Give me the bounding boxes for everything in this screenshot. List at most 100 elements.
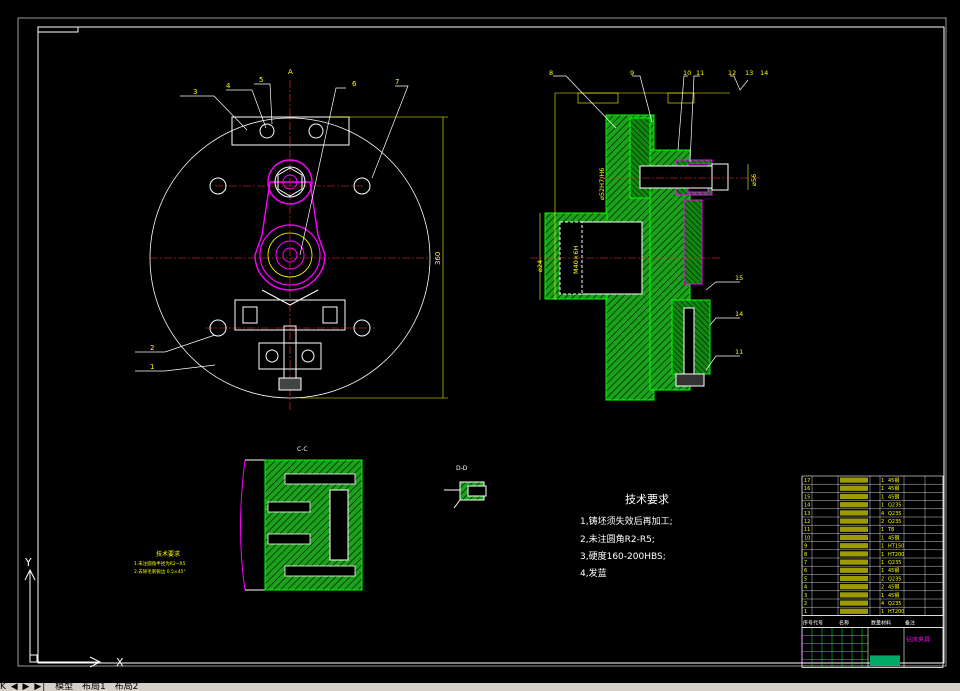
bom-row-qty: 1 xyxy=(881,486,884,492)
balloon-2: 2 xyxy=(150,344,154,352)
bom-row-no: 1 xyxy=(804,609,807,615)
cad-drawing-canvas[interactable]: 3 4 5 6 7 2 1 A 360 8 9 10 11 12 13 14 1… xyxy=(0,0,960,683)
tech-req-item-2: 2,未注圆角R2-R5; xyxy=(580,533,655,545)
tech-req-small-item-1: 1.未注圆角半径为R2~R5 xyxy=(134,560,186,567)
bom-row-mat: 45钢 xyxy=(888,592,899,599)
balloon-1: 1 xyxy=(150,363,154,371)
bom-row-no: 14 xyxy=(804,503,810,509)
bom-row-qty: 1 xyxy=(881,478,884,484)
dim-d1: ⌀24 xyxy=(536,260,544,272)
bom-row-no: 12 xyxy=(804,519,810,525)
bom-row-no: 3 xyxy=(804,593,807,599)
tech-req-small-title: 技术要求 xyxy=(156,550,180,558)
svg-text:X: X xyxy=(116,656,124,669)
bom-row-mat: Q235 xyxy=(888,519,901,525)
bom-row-mat: 45钢 xyxy=(888,534,899,541)
bom-row-qty: 1 xyxy=(881,568,884,574)
ucs-icon: X Y xyxy=(24,556,124,669)
section-dd-label: D-D xyxy=(456,465,468,472)
dim-height: 360 xyxy=(434,252,442,265)
bom-row-mat: Q235 xyxy=(888,511,901,517)
balloon-6: 6 xyxy=(352,80,357,88)
tab-layout2[interactable]: 布局2 xyxy=(115,683,139,691)
balloon-15: 15 xyxy=(735,274,743,282)
bom-row-qty: 1 xyxy=(881,609,884,615)
balloon-7: 7 xyxy=(395,78,399,86)
balloon-4: 4 xyxy=(226,82,231,90)
bom-header-cell: 材料 xyxy=(881,619,891,626)
bom-row-mat: T8 xyxy=(887,527,894,533)
bom-row-no: 2 xyxy=(804,601,807,607)
tab-nav-arrows[interactable]: K ◀ ▶ ▶| xyxy=(0,683,46,691)
bom-row-mat: 45钢 xyxy=(888,477,899,484)
bom-row-mat: Q235 xyxy=(888,503,901,509)
balloon-13: 13 xyxy=(745,69,753,77)
bom-header-cell: 数量 xyxy=(871,619,881,626)
section-cc-label: C-C xyxy=(297,446,308,453)
balloon-10: 10 xyxy=(683,69,691,77)
bom-row-mat: Q235 xyxy=(888,601,901,607)
balloon-9: 9 xyxy=(630,69,634,77)
bom-row-mat: HT200 xyxy=(888,609,904,615)
balloon-5: 5 xyxy=(259,76,263,84)
view-label-a: A xyxy=(288,68,293,76)
bom-row-no: 15 xyxy=(804,494,810,500)
bom-row-no: 4 xyxy=(804,585,807,591)
svg-text:Y: Y xyxy=(24,556,32,569)
dim-d3: ⌀52H7/H6 xyxy=(598,168,606,200)
bom-row-no: 5 xyxy=(804,576,807,582)
balloon-14: 14 xyxy=(760,69,768,77)
bom-row-no: 10 xyxy=(804,535,810,541)
tech-requirements-small: 技术要求 1.未注圆角半径为R2~R5 2.去除毛刺锐边 0.5×45° xyxy=(134,550,186,575)
bom-row-no: 7 xyxy=(804,560,807,566)
tech-req-small-item-2: 2.去除毛刺锐边 0.5×45° xyxy=(134,568,186,575)
bom-row-qty: 1 xyxy=(881,494,884,500)
bom-row-mat: 45钢 xyxy=(888,485,899,492)
bom-row-mat: 45钢 xyxy=(888,584,899,591)
bom-row-qty: 2 xyxy=(881,576,884,582)
tech-req-item-1: 1,铸坯须失效后再加工; xyxy=(580,515,673,527)
bom-row-qty: 1 xyxy=(881,503,884,509)
bom-row-qty: 4 xyxy=(881,601,884,607)
bom-row-mat: Q235 xyxy=(888,576,901,582)
dim-d4: ⌀56 xyxy=(750,174,758,186)
title-block-name: 钻床夹具 xyxy=(906,635,930,643)
bom-row-qty: 1 xyxy=(881,544,884,550)
bom-row-no: 17 xyxy=(804,478,810,484)
balloon-11b: 11 xyxy=(735,348,743,356)
balloon-14b: 14 xyxy=(735,310,743,318)
bom-table: 17 1 45钢16 1 45钢15 1 45钢14 1 Q23513 4 Q23512 2 Q2351… xyxy=(801,475,944,668)
bom-row-qty: 1 xyxy=(881,552,884,558)
bom-row-no: 6 xyxy=(804,568,807,574)
side-section-view: 8 9 10 11 12 13 14 15 14 11 ⌀52H7/H6 ⌀24… xyxy=(530,69,768,401)
bom-row-qty: 2 xyxy=(881,585,884,591)
balloon-8: 8 xyxy=(549,69,553,77)
bom-row-no: 9 xyxy=(804,544,807,550)
bom-row-no: 13 xyxy=(804,511,810,517)
bom-row-mat: 45钢 xyxy=(888,567,899,574)
bom-row-mat: 45钢 xyxy=(888,493,899,500)
balloon-3: 3 xyxy=(193,88,197,96)
bom-row-qty: 1 xyxy=(881,593,884,599)
tab-model[interactable]: 模型 xyxy=(55,683,73,691)
bom-row-qty: 1 xyxy=(881,535,884,541)
tech-req-item-4: 4,发蓝 xyxy=(580,567,607,579)
bom-row-qty: 1 xyxy=(881,560,884,566)
bom-row-no: 8 xyxy=(804,552,807,558)
section-cc-view: C-C xyxy=(240,446,363,591)
bom-row-qty: 2 xyxy=(881,519,884,525)
tech-req-title: 技术要求 xyxy=(625,493,669,506)
layout-tab-bar: K ◀ ▶ ▶| 模型 布局1 布局2 xyxy=(0,683,960,691)
bom-header-cell: 名称 xyxy=(839,619,849,626)
balloon-11: 11 xyxy=(696,69,704,77)
bom-row-mat: Q235 xyxy=(888,560,901,566)
section-dd-view: D-D xyxy=(444,465,487,509)
dim-d2: M40×6H xyxy=(572,246,580,274)
tab-layout1[interactable]: 布局1 xyxy=(82,683,106,691)
balloon-12: 12 xyxy=(728,69,736,77)
tech-requirements-main: 技术要求 1,铸坯须失效后再加工; 2,未注圆角R2-R5; 3,硬度160-2… xyxy=(580,493,673,579)
bom-header-cell: 备注 xyxy=(905,619,915,626)
bom-header-cell: 序号 xyxy=(803,619,813,626)
bom-row-no: 11 xyxy=(804,527,810,533)
bom-row-mat: HT150 xyxy=(888,544,904,550)
